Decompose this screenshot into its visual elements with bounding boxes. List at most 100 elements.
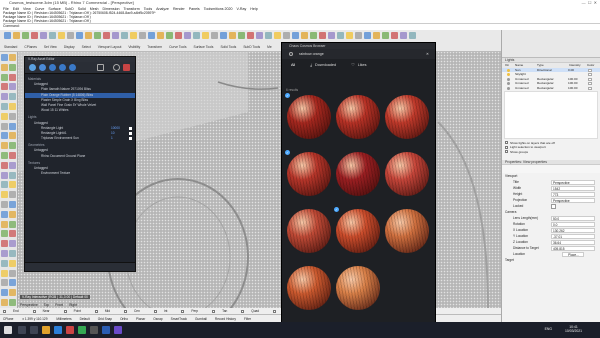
- property-value[interactable]: Perspective: [551, 197, 595, 203]
- status-toggle[interactable]: Filter: [244, 317, 251, 321]
- toolbar-button-icon[interactable]: [166, 32, 173, 39]
- material-thumbnail[interactable]: [287, 152, 331, 196]
- material-thumbnail[interactable]: [287, 266, 331, 310]
- toolbar-tab[interactable]: Me: [267, 45, 272, 49]
- toolbar-button-icon[interactable]: [364, 32, 371, 39]
- tool-button-icon[interactable]: [9, 279, 16, 287]
- toolbar-tab[interactable]: Set View: [44, 45, 57, 49]
- file-explorer-icon[interactable]: [42, 326, 50, 334]
- toolbar-button-icon[interactable]: [373, 32, 380, 39]
- materials-icon[interactable]: [29, 64, 36, 71]
- tool-button-icon[interactable]: [9, 181, 16, 189]
- tool-button-icon[interactable]: [1, 63, 8, 71]
- system-tray[interactable]: ENG 10:41 10/03/2021: [545, 325, 582, 333]
- property-value[interactable]: -37.01: [551, 233, 595, 239]
- rhino-icon[interactable]: [90, 326, 98, 334]
- tool-button-icon[interactable]: [1, 122, 8, 130]
- light-intensity[interactable]: 1: [111, 136, 113, 141]
- tool-button-icon[interactable]: [1, 289, 8, 297]
- toolbar-button-icon[interactable]: [130, 32, 137, 39]
- bulb-icon[interactable]: [507, 86, 510, 90]
- toolbar-button-icon[interactable]: [76, 32, 83, 39]
- toolbar-button-icon[interactable]: [301, 32, 308, 39]
- checkbox-icon[interactable]: [32, 309, 36, 313]
- tool-button-icon[interactable]: [1, 93, 8, 101]
- tool-button-icon[interactable]: [9, 103, 16, 110]
- toolbar-button-icon[interactable]: [40, 32, 47, 39]
- toolbar-button-icon[interactable]: [112, 32, 119, 39]
- chaos-cosmos-browser[interactable]: Chaos Cosmos Browser rainbow orange ✕ Al…: [281, 42, 436, 325]
- tool-button-icon[interactable]: [9, 210, 16, 218]
- osnap-option[interactable]: Perp: [181, 309, 205, 313]
- lights-icon[interactable]: [39, 64, 46, 71]
- color-swatch[interactable]: [129, 131, 132, 135]
- tool-button-icon[interactable]: [1, 181, 8, 189]
- option-checkbox[interactable]: Show groups: [505, 150, 597, 155]
- osnap-option[interactable]: Near: [32, 309, 57, 313]
- color-swatch[interactable]: [129, 126, 132, 130]
- tool-button-icon[interactable]: [1, 171, 8, 179]
- render-elements-icon[interactable]: [69, 64, 76, 71]
- tree-item[interactable]: Wood 15 11 Whites: [25, 108, 135, 113]
- toolbar-button-icon[interactable]: [67, 32, 74, 39]
- tool-button-icon[interactable]: [1, 142, 8, 150]
- tool-button-icon[interactable]: [1, 220, 8, 228]
- tool-button-icon[interactable]: [9, 132, 16, 140]
- tool-button-icon[interactable]: [1, 191, 8, 199]
- property-value[interactable]: 36.64: [551, 239, 595, 245]
- material-thumbnail[interactable]: [336, 209, 380, 253]
- tool-button-icon[interactable]: [1, 279, 8, 287]
- status-toggle[interactable]: Record History: [215, 317, 236, 321]
- checkbox-icon[interactable]: [124, 309, 127, 313]
- status-toggle[interactable]: Gumball: [195, 317, 207, 321]
- status-toggle[interactable]: Millimeters: [56, 317, 71, 321]
- tool-button-icon[interactable]: [1, 152, 8, 159]
- tool-button-icon[interactable]: [1, 250, 8, 257]
- app-icon[interactable]: [114, 326, 122, 334]
- tool-button-icon[interactable]: [9, 73, 16, 81]
- checkbox-icon[interactable]: [505, 141, 508, 145]
- status-toggle[interactable]: Osnap: [153, 317, 162, 321]
- tool-button-icon[interactable]: [1, 112, 8, 120]
- toolbar-button-icon[interactable]: [265, 32, 272, 39]
- tool-button-icon[interactable]: [9, 152, 16, 159]
- tab-all[interactable]: All: [291, 63, 295, 67]
- checkbox-icon[interactable]: [94, 309, 98, 313]
- cosmos-search-bar[interactable]: rainbow orange ✕: [282, 49, 435, 59]
- toolbar-button-icon[interactable]: [346, 32, 353, 39]
- toolbar-button-icon[interactable]: [274, 32, 281, 39]
- viewport-tab[interactable]: Front: [55, 303, 63, 307]
- status-toggle[interactable]: SmartTrack: [171, 317, 187, 321]
- bulb-icon[interactable]: [507, 77, 510, 81]
- bulb-icon[interactable]: [507, 68, 510, 72]
- toolbar-button-icon[interactable]: [121, 32, 128, 39]
- toolbar-button-icon[interactable]: [31, 32, 38, 39]
- app-icon[interactable]: [78, 326, 86, 334]
- toolbar-button-icon[interactable]: [184, 32, 191, 39]
- osnap-option[interactable]: Tan: [212, 309, 234, 313]
- light-color-swatch[interactable]: [588, 68, 592, 72]
- geometry-icon[interactable]: [49, 64, 56, 71]
- tool-button-icon[interactable]: [1, 83, 8, 91]
- toolbar-button-icon[interactable]: [328, 32, 335, 39]
- toolbar-tab[interactable]: Display: [64, 45, 75, 49]
- toolbar-button-icon[interactable]: [49, 32, 56, 39]
- checkbox-icon[interactable]: [153, 309, 157, 313]
- color-swatch[interactable]: [129, 137, 132, 141]
- tool-button-icon[interactable]: [9, 83, 16, 91]
- toolbar-button-icon[interactable]: [148, 32, 155, 39]
- tool-button-icon[interactable]: [1, 230, 8, 238]
- toolbar-tab[interactable]: SubD Tools: [243, 45, 260, 49]
- tool-button-icon[interactable]: [9, 63, 16, 71]
- tool-button-icon[interactable]: [1, 161, 8, 169]
- toolbar-button-icon[interactable]: [157, 32, 164, 39]
- toolbar-button-icon[interactable]: [58, 32, 65, 39]
- toolbar-button-icon[interactable]: [409, 32, 416, 39]
- osnap-option[interactable]: Point: [63, 309, 88, 313]
- toolbar-tab[interactable]: Select: [82, 45, 91, 49]
- viewport-tab[interactable]: Perspective: [20, 303, 38, 307]
- task-view-icon[interactable]: [30, 326, 38, 334]
- toolbar-button-icon[interactable]: [247, 32, 254, 39]
- toolbar-button-icon[interactable]: [139, 32, 146, 39]
- checkbox-icon[interactable]: [505, 145, 508, 149]
